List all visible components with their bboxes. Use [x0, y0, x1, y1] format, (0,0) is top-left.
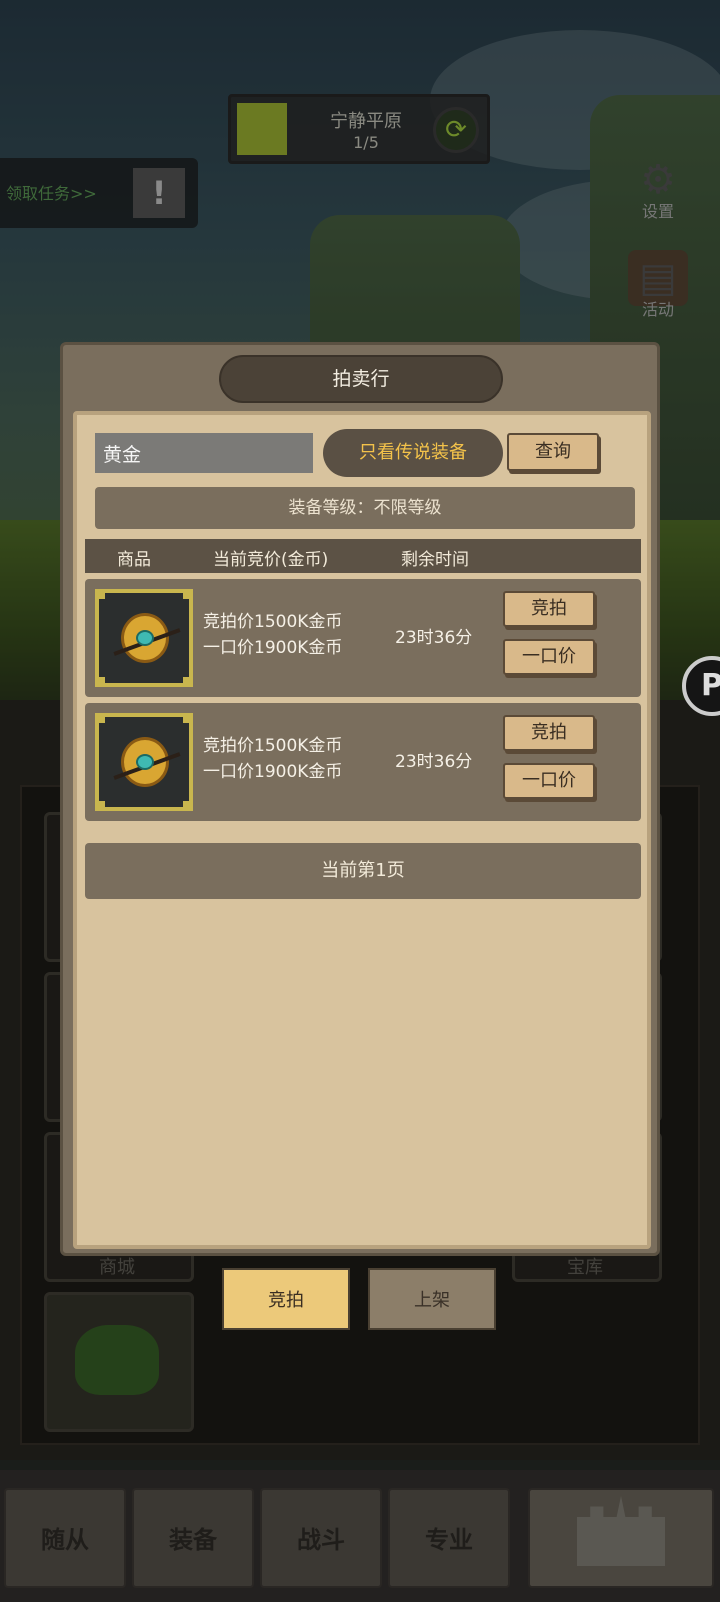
- buyout-price: 一口价1900K金币: [203, 638, 343, 658]
- item-slot[interactable]: [95, 589, 193, 687]
- exclamation-icon: !: [133, 168, 185, 218]
- buyout-price: 一口价1900K金币: [203, 762, 343, 782]
- settings-button[interactable]: ⚙ 设置: [620, 152, 696, 232]
- refresh-icon[interactable]: ⟳: [433, 107, 479, 153]
- bid-button[interactable]: 竞拍: [503, 715, 595, 751]
- search-input[interactable]: [95, 433, 313, 473]
- buyout-button[interactable]: 一口价: [503, 639, 595, 675]
- nav-profession[interactable]: 专业: [388, 1488, 510, 1588]
- slot-corner: [97, 591, 105, 599]
- modal-body: 只看传说装备 查询 装备等级：不限等级 商品 当前竞价(金币) 剩余时间 竞拍价…: [73, 411, 651, 1249]
- settings-label: 设置: [641, 202, 674, 221]
- item-slot[interactable]: [95, 713, 193, 811]
- activity-button[interactable]: ▤ 活动: [620, 250, 696, 330]
- time-left: 23时36分: [395, 628, 473, 648]
- time-left: 23时36分: [395, 752, 473, 772]
- column-header: 商品: [117, 550, 151, 570]
- stage-count: 1/5: [353, 133, 379, 152]
- slot-corner: [183, 715, 191, 723]
- quest-bar[interactable]: 领取任务>> !: [0, 158, 198, 228]
- list-header: 商品 当前竞价(金币) 剩余时间: [85, 539, 641, 573]
- brooch-icon: [113, 737, 181, 787]
- bid-price: 竞拍价1500K金币: [203, 736, 343, 756]
- slot-corner: [183, 677, 191, 685]
- slot-corner: [183, 801, 191, 809]
- slot-corner: [97, 715, 105, 723]
- nav-battle[interactable]: 战斗: [260, 1488, 382, 1588]
- modal-title: 拍卖行: [332, 368, 390, 390]
- stage-progress-bar: [237, 103, 287, 155]
- stage-indicator[interactable]: 宁静平原 1/5 ⟳: [228, 94, 490, 164]
- brooch-gem: [136, 630, 154, 646]
- bid-price: 竞拍价1500K金币: [203, 612, 343, 632]
- column-header: 当前竞价(金币): [213, 550, 329, 570]
- nav-equipment[interactable]: 装备: [132, 1488, 254, 1588]
- auction-modal: 拍卖行 只看传说装备 查询 装备等级：不限等级 商品 当前竞价(金币) 剩余时间: [60, 342, 660, 1256]
- item-prices: 竞拍价1500K金币 一口价1900K金币: [203, 609, 342, 661]
- legend-only-toggle[interactable]: 只看传说装备: [323, 429, 503, 477]
- item-prices: 竞拍价1500K金币 一口价1900K金币: [203, 733, 342, 785]
- buyout-button[interactable]: 一口价: [503, 763, 595, 799]
- query-button[interactable]: 查询: [507, 433, 599, 471]
- nav-followers[interactable]: 随从: [4, 1488, 126, 1588]
- bottom-nav: 随从 装备 战斗 专业 主城: [0, 1470, 720, 1602]
- slot-corner: [97, 677, 105, 685]
- page-indicator: 当前第1页: [85, 843, 641, 899]
- castle-icon: [577, 1496, 665, 1566]
- slot-corner: [97, 801, 105, 809]
- modal-title-bar: 拍卖行: [219, 355, 503, 403]
- bid-button[interactable]: 竞拍: [503, 591, 595, 627]
- stage-name: 宁静平原: [330, 111, 402, 132]
- column-header: 剩余时间: [401, 550, 469, 570]
- tab-bid[interactable]: 竞拍: [222, 1268, 350, 1330]
- equipment-level-filter[interactable]: 装备等级：不限等级: [95, 487, 635, 529]
- brooch-icon: [113, 613, 181, 663]
- activity-label: 活动: [641, 300, 674, 319]
- quest-label: 领取任务>>: [6, 184, 97, 203]
- auction-item-row: 竞拍价1500K金币 一口价1900K金币 23时36分 竞拍 一口价: [85, 703, 641, 821]
- tab-list-item[interactable]: 上架: [368, 1268, 496, 1330]
- nav-main-city[interactable]: 主城: [528, 1488, 714, 1588]
- brooch-gem: [136, 754, 154, 770]
- auction-item-row: 竞拍价1500K金币 一口价1900K金币 23时36分 竞拍 一口价: [85, 579, 641, 697]
- slot-corner: [183, 591, 191, 599]
